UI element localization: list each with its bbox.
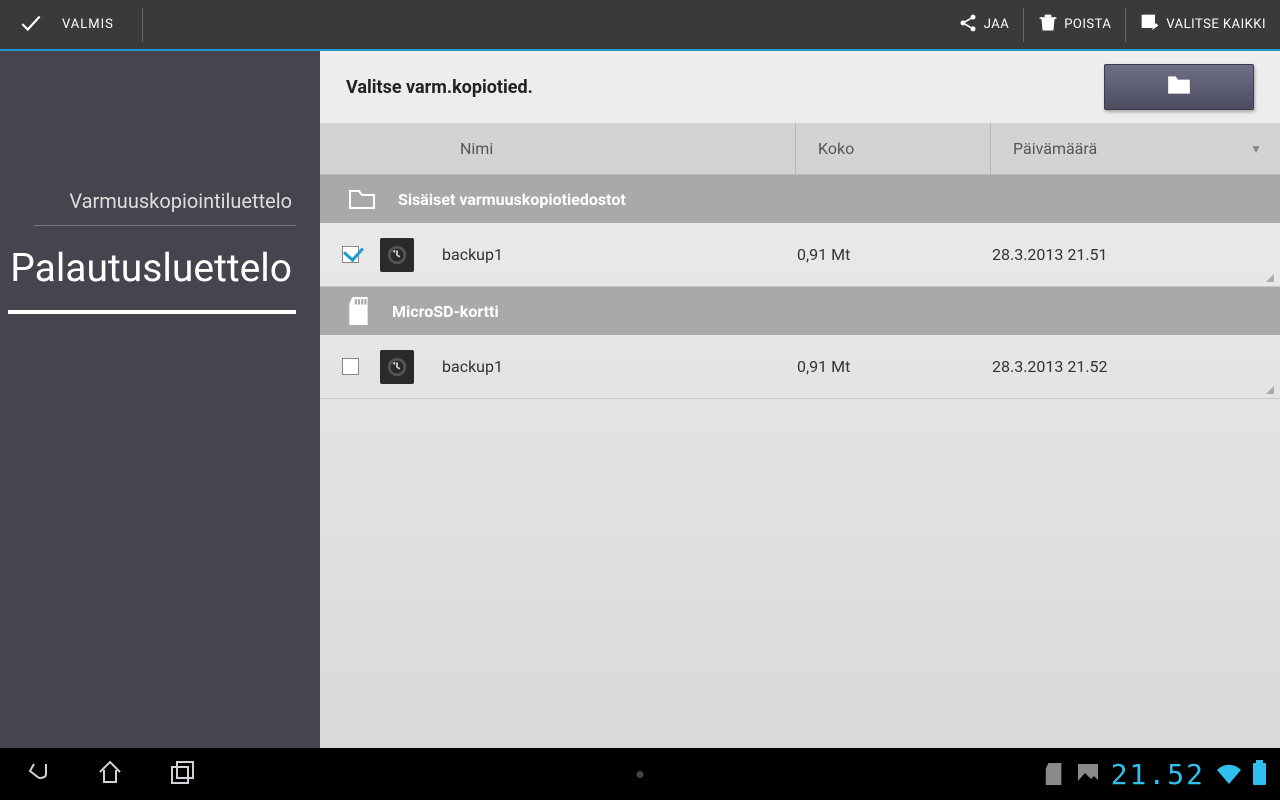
row-handle-icon (1266, 274, 1274, 282)
main-header: Valitse varm.kopiotied. (320, 51, 1280, 123)
main-panel: Valitse varm.kopiotied. Nimi Koko Päiväm… (320, 51, 1280, 748)
column-size[interactable]: Koko (795, 123, 990, 174)
file-size: 0,91 Mt (797, 245, 992, 264)
sd-card-icon (348, 297, 370, 325)
nav-center (637, 771, 644, 778)
trash-icon (1038, 13, 1058, 37)
action-bar: VALMIS JAA POISTA VALITSE KAIKKI (0, 0, 1280, 51)
select-all-button[interactable]: VALITSE KAIKKI (1126, 8, 1280, 42)
sidebar-item-backup-list[interactable]: Varmuuskopiointiluettelo (34, 181, 296, 226)
share-label: JAA (984, 17, 1010, 32)
body: Varmuuskopiointiluettelo Palautusluettel… (0, 51, 1280, 748)
check-icon (18, 10, 44, 40)
page-title: Valitse varm.kopiotied. (346, 77, 533, 98)
done-button[interactable]: VALMIS (0, 0, 143, 49)
dot-icon (637, 771, 644, 778)
delete-label: POISTA (1064, 17, 1111, 32)
row-handle-icon (1266, 386, 1274, 394)
checkbox[interactable] (320, 358, 380, 375)
sd-notification-icon (1043, 763, 1065, 785)
checkbox-unchecked-icon (342, 358, 359, 375)
done-label: VALMIS (62, 17, 114, 32)
folder-outline-icon (348, 187, 376, 211)
section-label: MicroSD-kortti (392, 302, 499, 321)
screenshot-notification-icon (1077, 763, 1099, 785)
backup-file-icon (380, 350, 414, 384)
divider (142, 8, 143, 42)
share-icon (958, 13, 978, 37)
battery-icon (1253, 763, 1266, 785)
checkbox[interactable] (320, 246, 380, 263)
backup-file-icon (380, 238, 414, 272)
file-size: 0,91 Mt (797, 357, 992, 376)
column-date[interactable]: Päivämäärä ▼ (990, 123, 1280, 174)
file-row[interactable]: backup1 0,91 Mt 28.3.2013 21.52 (320, 335, 1280, 399)
back-button[interactable] (24, 758, 52, 790)
section-microsd: MicroSD-kortti (320, 287, 1280, 335)
sidebar: Varmuuskopiointiluettelo Palautusluettel… (0, 51, 320, 748)
file-name: backup1 (442, 357, 797, 376)
column-date-label: Päivämäärä (1013, 139, 1097, 158)
home-button[interactable] (96, 758, 124, 790)
share-button[interactable]: JAA (944, 8, 1024, 42)
status-area[interactable]: 21.52 (1043, 758, 1280, 791)
system-navbar: 21.52 (0, 748, 1280, 800)
nav-buttons (0, 758, 196, 790)
wifi-icon (1217, 764, 1241, 784)
checkbox-checked-icon (342, 246, 359, 263)
delete-button[interactable]: POISTA (1024, 8, 1125, 42)
section-label: Sisäiset varmuuskopiotiedostot (398, 190, 626, 209)
column-name[interactable]: Nimi (320, 139, 795, 158)
action-buttons: JAA POISTA VALITSE KAIKKI (944, 0, 1280, 49)
select-all-label: VALITSE KAIKKI (1166, 17, 1266, 32)
browse-folder-button[interactable] (1104, 64, 1254, 110)
sidebar-item-restore-list[interactable]: Palautusluettelo (8, 244, 296, 314)
file-date: 28.3.2013 21.52 (992, 357, 1280, 376)
file-row[interactable]: backup1 0,91 Mt 28.3.2013 21.51 (320, 223, 1280, 287)
file-name: backup1 (442, 245, 797, 264)
select-all-icon (1140, 13, 1160, 37)
sort-descending-icon: ▼ (1250, 142, 1262, 156)
file-date: 28.3.2013 21.51 (992, 245, 1280, 264)
column-headers: Nimi Koko Päivämäärä ▼ (320, 123, 1280, 175)
clock: 21.52 (1111, 758, 1205, 791)
recent-apps-button[interactable] (168, 758, 196, 790)
folder-icon (1166, 74, 1192, 100)
section-internal-backups: Sisäiset varmuuskopiotiedostot (320, 175, 1280, 223)
